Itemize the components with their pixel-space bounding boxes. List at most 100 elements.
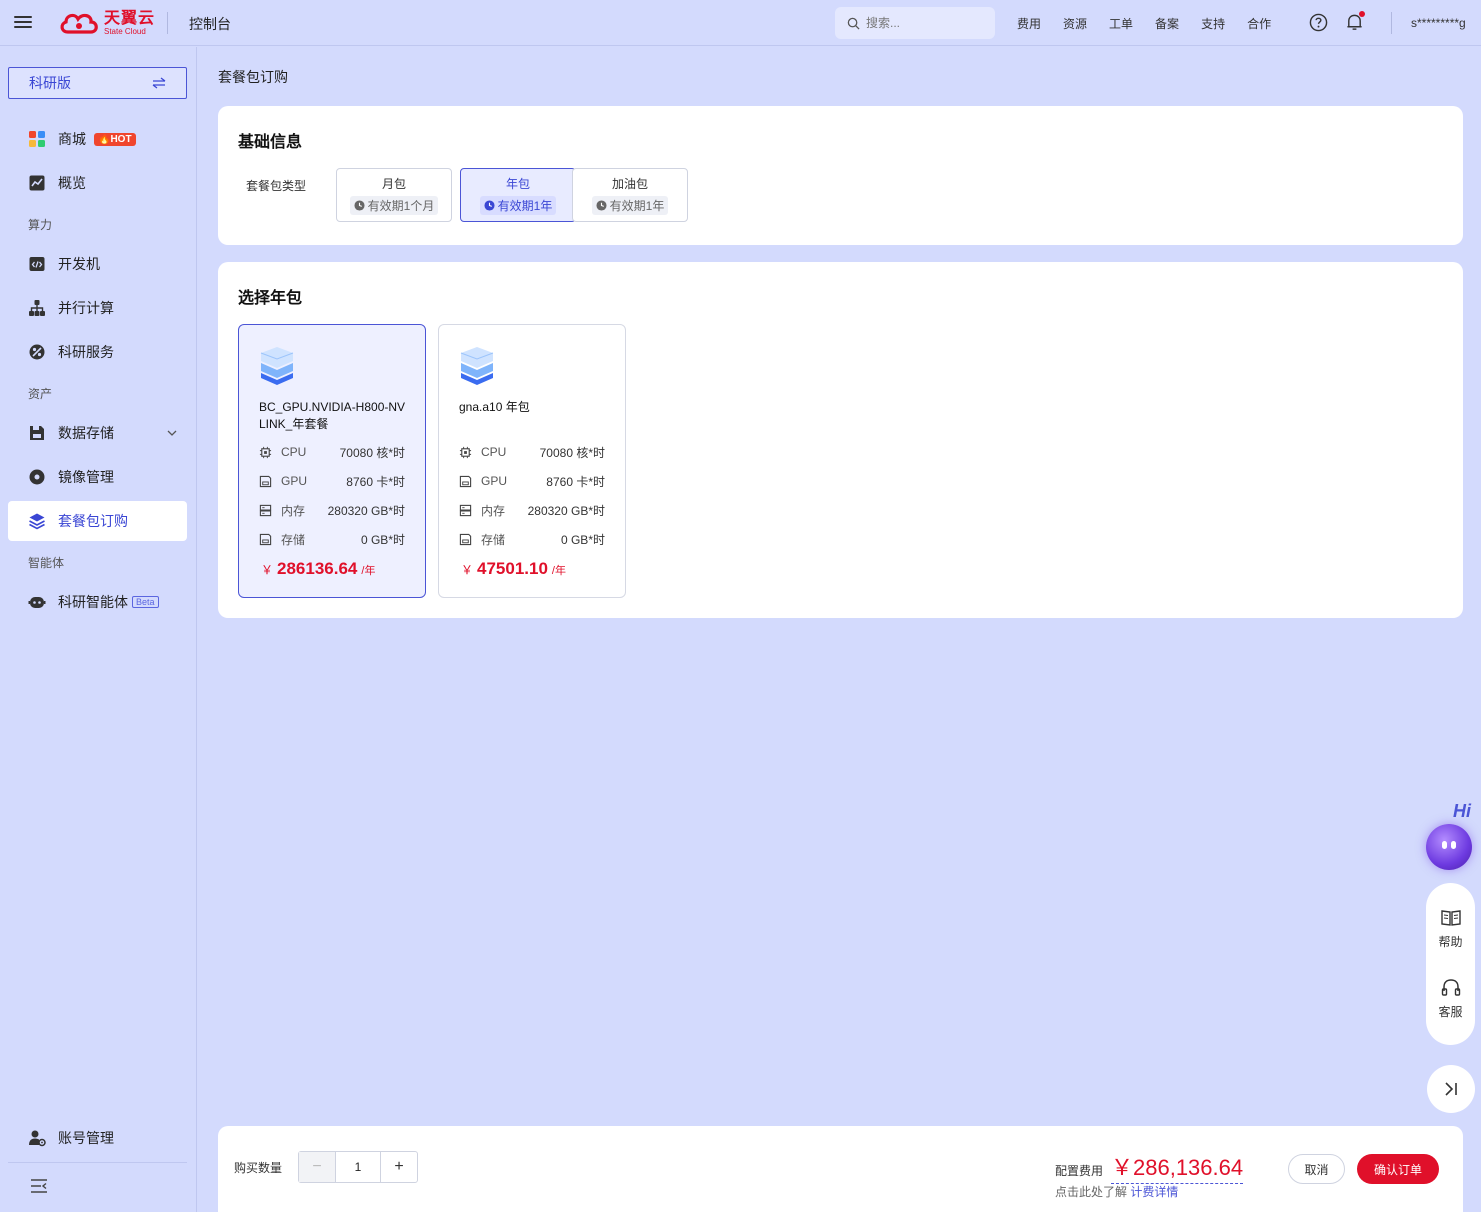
edition-switch-button[interactable]: 科研版 — [8, 67, 187, 99]
package-card-a10[interactable]: gna.a10 年包 CPU 70080 核*时 GPU 8760 卡*时 内存… — [438, 324, 626, 598]
type-name: 年包 — [505, 177, 530, 191]
spec-row-gpu: GPU 8760 卡*时 — [259, 473, 405, 489]
clock-icon — [354, 200, 365, 211]
hot-badge: 🔥HOT — [94, 132, 136, 146]
cloud-logo-icon — [60, 13, 98, 34]
gpu-card-icon — [459, 475, 472, 487]
floating-tools-panel: 帮助 客服 — [1426, 883, 1475, 1045]
arrow-to-right-icon — [1445, 1082, 1457, 1096]
help-circle-icon[interactable] — [1309, 13, 1328, 32]
brand-logo[interactable]: 天翼云 State Cloud — [58, 8, 155, 38]
server-stack-icon — [260, 347, 294, 385]
nav-support[interactable]: 支持 — [1201, 15, 1225, 32]
package-type-yearly[interactable]: 年包 有效期1年 — [460, 168, 576, 222]
nav-fees[interactable]: 费用 — [1017, 15, 1041, 32]
user-settings-icon — [29, 1130, 46, 1147]
package-type-addon[interactable]: 加油包 有效期1年 — [572, 168, 688, 222]
package-type-monthly[interactable]: 月包 有效期1个月 — [336, 168, 452, 222]
price-amount: 47501.10 — [477, 559, 548, 578]
user-account[interactable]: s*********g — [1411, 16, 1466, 30]
spec-key: 存储 — [481, 532, 506, 547]
memory-icon — [459, 504, 472, 516]
edition-label: 科研版 — [29, 75, 71, 91]
billing-details-link[interactable]: 计费详情 — [1130, 1185, 1178, 1199]
hamburger-menu-icon[interactable] — [14, 13, 34, 33]
chevron-down-icon — [167, 430, 177, 436]
sidebar-item-parallel[interactable]: 并行计算 — [8, 288, 187, 328]
spec-value: 280320 GB*时 — [527, 503, 605, 518]
notification-dot — [1359, 11, 1365, 17]
cancel-button[interactable]: 取消 — [1288, 1154, 1345, 1184]
sidebar-item-devmachine[interactable]: 开发机 — [8, 244, 187, 284]
code-window-icon — [29, 257, 45, 271]
nav-tickets[interactable]: 工单 — [1109, 15, 1133, 32]
sidebar-item-label: 并行计算 — [58, 300, 114, 316]
validity-text: 有效期1个月 — [367, 199, 435, 213]
fee-tip-text: 点击此处了解 — [1055, 1185, 1128, 1199]
quantity-minus-button[interactable]: − — [299, 1152, 336, 1182]
clock-icon — [484, 200, 495, 211]
sidebar-item-label: 商城 — [58, 131, 86, 147]
storage-disk-icon — [259, 533, 272, 545]
type-name: 月包 — [381, 177, 406, 191]
sidebar-item-label: 科研智能体 — [58, 594, 128, 610]
service-label: 客服 — [1438, 1005, 1463, 1019]
logo-text-cn: 天翼云 — [104, 9, 156, 27]
type-validity: 有效期1年 — [591, 196, 669, 215]
nav-cooperation[interactable]: 合作 — [1247, 15, 1271, 32]
price-unit: /年 — [551, 565, 566, 577]
sidebar-item-account[interactable]: 账号管理 — [8, 1118, 187, 1158]
validity-text: 有效期1年 — [497, 199, 553, 213]
disc-icon — [29, 469, 45, 485]
top-header: 天翼云 State Cloud 控制台 费用 资源 工单 备案 支持 合作 s*… — [0, 0, 1481, 46]
sidebar-item-agent[interactable]: 科研智能体 Beta — [8, 582, 187, 622]
nav-filing[interactable]: 备案 — [1155, 15, 1179, 32]
spec-key: GPU — [281, 474, 308, 488]
sidebar-item-mall[interactable]: 商城 🔥HOT — [8, 119, 187, 159]
sidebar-item-image[interactable]: 镜像管理 — [8, 457, 187, 497]
gpu-card-icon — [259, 475, 272, 487]
sidebar-divider — [8, 1162, 187, 1163]
service-gear-icon — [29, 344, 45, 360]
spec-row-gpu: GPU 8760 卡*时 — [459, 473, 605, 489]
package-card-h800[interactable]: BC_GPU.NVIDIA-H800-NVLINK_年套餐 CPU 70080 … — [238, 324, 426, 598]
search-box[interactable] — [835, 7, 995, 39]
quantity-label: 购买数量 — [234, 1161, 283, 1175]
spec-key: 内存 — [481, 503, 506, 518]
nav-resources[interactable]: 资源 — [1063, 15, 1087, 32]
sidebar-item-label: 账号管理 — [58, 1130, 114, 1146]
floppy-disk-icon — [30, 426, 44, 440]
sidebar-item-research-service[interactable]: 科研服务 — [8, 332, 187, 372]
search-input[interactable] — [866, 16, 986, 30]
quantity-stepper: − 1 + — [298, 1151, 418, 1183]
console-title[interactable]: 控制台 — [189, 14, 231, 34]
robot-icon — [28, 597, 46, 608]
confirm-order-button[interactable]: 确认订单 — [1357, 1154, 1439, 1184]
spec-value: 8760 卡*时 — [546, 474, 605, 489]
sidebar-item-overview[interactable]: 概览 — [8, 163, 187, 203]
package-type-label: 套餐包类型 — [246, 179, 307, 193]
help-button[interactable]: 帮助 — [1426, 907, 1475, 950]
spec-row-cpu: CPU 70080 核*时 — [459, 444, 605, 460]
page-title: 套餐包订购 — [218, 69, 288, 85]
customer-service-button[interactable]: 客服 — [1426, 977, 1475, 1020]
spec-row-storage: 存储 0 GB*时 — [459, 531, 605, 547]
quantity-input[interactable]: 1 — [336, 1152, 380, 1182]
spec-value: 0 GB*时 — [560, 532, 605, 547]
expand-panel-button[interactable] — [1427, 1065, 1475, 1113]
fee-label: 配置费用 — [1055, 1164, 1104, 1178]
top-nav: 费用 资源 工单 备案 支持 合作 — [1017, 15, 1271, 32]
layers-icon — [29, 513, 45, 530]
package-name: gna.a10 年包 — [459, 400, 530, 414]
cpu-chip-icon — [459, 446, 472, 458]
sidebar-item-package[interactable]: 套餐包订购 — [8, 501, 187, 541]
ai-assistant-avatar[interactable] — [1426, 824, 1472, 870]
spec-value: 8760 卡*时 — [346, 474, 405, 489]
sidebar-item-storage[interactable]: 数据存储 — [8, 413, 187, 453]
clock-icon — [596, 200, 607, 211]
bot-eye — [1442, 841, 1447, 849]
collapse-sidebar-icon[interactable] — [30, 1178, 48, 1194]
quantity-plus-button[interactable]: + — [380, 1152, 417, 1182]
fee-amount[interactable]: ￥286,136.64 — [1111, 1150, 1244, 1184]
package-price: ￥ 286136.64 /年 — [261, 559, 375, 579]
